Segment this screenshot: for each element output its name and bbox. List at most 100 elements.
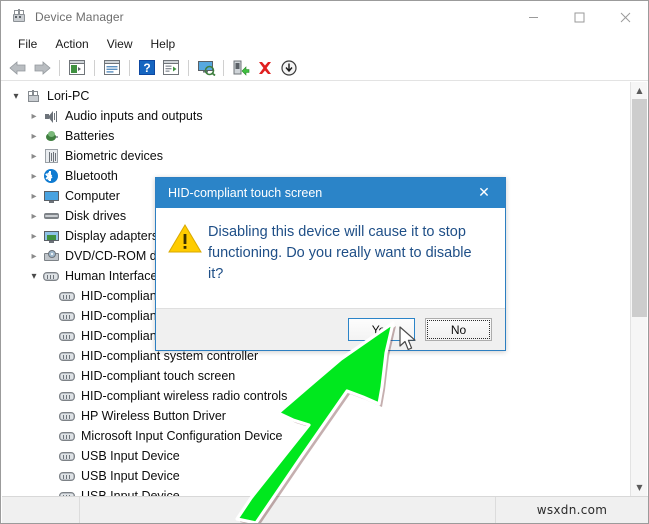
- hid-icon: [42, 268, 60, 284]
- window-controls: [510, 1, 648, 33]
- back-icon[interactable]: [7, 58, 29, 78]
- tree-root-label: Lori-PC: [47, 89, 90, 103]
- yes-button[interactable]: Yes: [348, 318, 415, 341]
- svg-text:?: ?: [143, 61, 150, 75]
- toolbar-separator: [223, 59, 224, 76]
- tree-node-label: Display adapters: [65, 229, 159, 243]
- toolbar-separator: [94, 59, 95, 76]
- maximize-icon[interactable]: [556, 1, 602, 33]
- tree-node-label: HID-compliant system controller: [81, 349, 259, 363]
- forward-icon[interactable]: [31, 58, 53, 78]
- help-icon[interactable]: ?: [136, 58, 158, 78]
- tree-node-label: USB Input Device: [81, 469, 180, 483]
- statusbar-middle: [80, 497, 496, 523]
- tree-node-label: Biometric devices: [65, 149, 163, 163]
- toolbar: ?: [1, 55, 648, 81]
- chevron-down-icon[interactable]: ▼: [631, 479, 648, 496]
- toolbar-separator: [188, 59, 189, 76]
- tree-node-hp-wireless-button[interactable]: HP Wireless Button Driver: [2, 406, 616, 426]
- tree-node-hid-child[interactable]: HID-compliant wireless radio controls: [2, 386, 616, 406]
- tree-node-label: Audio inputs and outputs: [65, 109, 203, 123]
- minimize-icon[interactable]: [510, 1, 556, 33]
- tree-node-label: Bluetooth: [65, 169, 118, 183]
- hid-icon: [58, 368, 76, 384]
- battery-icon: [42, 128, 60, 144]
- display-adapter-icon: [42, 228, 60, 244]
- speaker-icon: [42, 108, 60, 124]
- tree-node-usb-input-device[interactable]: USB Input Device: [2, 486, 616, 496]
- hid-icon: [58, 488, 76, 496]
- update-driver-icon[interactable]: [160, 58, 182, 78]
- monitor-icon: [42, 188, 60, 204]
- dialog-message: Disabling this device will cause it to s…: [208, 224, 472, 282]
- statusbar-right: wsxdn.com: [496, 497, 648, 523]
- chevron-right-icon[interactable]: ▸: [26, 231, 42, 242]
- chevron-right-icon[interactable]: ▸: [26, 111, 42, 122]
- chevron-right-icon[interactable]: ▸: [26, 151, 42, 162]
- window-titlebar: Device Manager: [1, 1, 648, 33]
- chevron-up-icon[interactable]: ▲: [631, 82, 648, 99]
- chevron-down-icon[interactable]: ▾: [26, 271, 42, 282]
- tree-node-label: USB Input Device: [81, 449, 180, 463]
- menu-file[interactable]: File: [9, 35, 46, 53]
- chevron-right-icon[interactable]: ▸: [26, 211, 42, 222]
- site-watermark-text: wsxdn.com: [536, 503, 608, 517]
- tree-scrollbar[interactable]: ▲ ▼: [630, 82, 647, 496]
- uninstall-device-icon[interactable]: [254, 58, 276, 78]
- menubar: File Action View Help: [1, 33, 648, 55]
- chevron-right-icon[interactable]: ▸: [26, 131, 42, 142]
- scan-hardware-changes-icon[interactable]: [195, 58, 217, 78]
- enable-device-icon[interactable]: [230, 58, 252, 78]
- menu-view[interactable]: View: [98, 35, 142, 53]
- tree-node-batteries[interactable]: ▸ Batteries: [2, 126, 616, 146]
- toolbar-separator: [59, 59, 60, 76]
- yes-button-label: Yes: [371, 322, 392, 337]
- tree-root-row[interactable]: ▾ Lori-PC: [2, 86, 616, 106]
- window-title: Device Manager: [35, 10, 124, 24]
- menu-action[interactable]: Action: [46, 35, 97, 53]
- toolbar-separator: [129, 59, 130, 76]
- hid-icon: [58, 428, 76, 444]
- hid-icon: [58, 308, 76, 324]
- tree-node-label: Microsoft Input Configuration Device: [81, 429, 283, 443]
- no-button[interactable]: No: [425, 318, 492, 341]
- tree-node-label: Disk drives: [65, 209, 127, 223]
- dvd-drive-icon: [42, 248, 60, 264]
- statusbar-left: [2, 497, 80, 523]
- disk-drive-icon: [42, 208, 60, 224]
- scrollbar-thumb[interactable]: [632, 99, 647, 317]
- menu-help[interactable]: Help: [142, 35, 185, 53]
- fingerprint-icon: [42, 148, 60, 164]
- tree-node-biometric[interactable]: ▸ Biometric devices: [2, 146, 616, 166]
- tree-node-usb-input-device[interactable]: USB Input Device: [2, 446, 616, 466]
- computer-root-icon: [24, 88, 42, 104]
- no-button-label: No: [450, 322, 467, 337]
- tree-node-usb-input-device[interactable]: USB Input Device: [2, 466, 616, 486]
- hid-icon: [58, 408, 76, 424]
- dialog-titlebar: HID-compliant touch screen ✕: [156, 178, 505, 208]
- close-icon[interactable]: [602, 1, 648, 33]
- chevron-right-icon[interactable]: ▸: [26, 171, 42, 182]
- disable-device-icon[interactable]: [278, 58, 300, 78]
- close-icon[interactable]: ✕: [463, 178, 505, 208]
- chevron-right-icon[interactable]: ▸: [26, 251, 42, 262]
- show-hide-console-tree-icon[interactable]: [66, 58, 88, 78]
- tree-node-label: Computer: [65, 189, 120, 203]
- chevron-down-icon[interactable]: ▾: [8, 91, 24, 102]
- tree-node-hid-touch-screen[interactable]: HID-compliant touch screen: [2, 366, 616, 386]
- hid-icon: [58, 448, 76, 464]
- statusbar: wsxdn.com: [2, 496, 648, 523]
- disable-device-dialog: HID-compliant touch screen ✕ Disabling t…: [155, 177, 506, 351]
- device-manager-icon: [11, 9, 27, 25]
- chevron-right-icon[interactable]: ▸: [26, 191, 42, 202]
- hid-icon: [58, 348, 76, 364]
- tree-node-label: Batteries: [65, 129, 115, 143]
- tree-node-ms-input-config[interactable]: Microsoft Input Configuration Device: [2, 426, 616, 446]
- tree-node-audio[interactable]: ▸ Audio inputs and outputs: [2, 106, 616, 126]
- dialog-footer: Yes No: [156, 308, 505, 350]
- tree-node-label: USB Input Device: [81, 489, 180, 496]
- hid-icon: [58, 288, 76, 304]
- hid-icon: [58, 388, 76, 404]
- tree-node-label: HP Wireless Button Driver: [81, 409, 226, 423]
- properties-icon[interactable]: [101, 58, 123, 78]
